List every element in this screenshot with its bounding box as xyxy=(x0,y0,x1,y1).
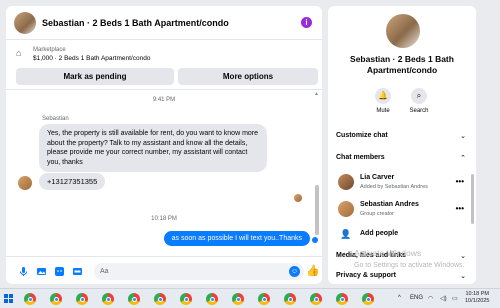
browser-icon-center xyxy=(313,296,319,302)
mute-label[interactable]: Mute xyxy=(368,108,398,114)
taskbar-browser-icon[interactable] xyxy=(362,293,374,305)
more-icon[interactable]: ••• xyxy=(456,204,464,213)
timestamp: 10:18 PM xyxy=(151,216,177,222)
browser-icon-center xyxy=(287,296,293,302)
emoji-icon[interactable]: ☺ xyxy=(289,266,300,277)
listing-thumbnail[interactable] xyxy=(14,11,36,34)
taskbar-browser-icon[interactable] xyxy=(310,293,322,305)
image-icon[interactable] xyxy=(36,266,47,277)
details-title: Sebastian · 2 Beds 1 Bath Apartment/cond… xyxy=(350,54,454,75)
more-icon[interactable]: ••• xyxy=(456,177,464,186)
chevron-down-icon[interactable]: ⌄ xyxy=(460,132,466,140)
taskbar-browser-icon[interactable] xyxy=(258,293,270,305)
browser-icon-center xyxy=(157,296,163,302)
taskbar-browser-icon[interactable] xyxy=(284,293,296,305)
battery-icon[interactable]: ▭ xyxy=(452,295,458,302)
chevron-up-icon[interactable]: ⌃ xyxy=(460,154,466,162)
timestamp: 9:41 PM xyxy=(152,97,176,103)
more-options-button[interactable]: More options xyxy=(178,68,318,85)
seen-avatar xyxy=(294,194,302,202)
chevron-up-icon[interactable]: ^ xyxy=(398,295,401,301)
listing-price[interactable]: $1,000 · 2 Beds 1 Bath Apartment/condo xyxy=(33,55,150,62)
clock-date: 10/1/2025 xyxy=(465,298,490,304)
read-receipt-icon xyxy=(312,237,318,243)
browser-icon-center xyxy=(105,296,111,302)
member-subtitle: Group creator xyxy=(360,211,394,217)
incoming-message[interactable]: Yes, the property is still available for… xyxy=(39,124,267,172)
info-icon[interactable]: i xyxy=(301,17,312,28)
mark-as-pending-button[interactable]: Mark as pending xyxy=(16,68,174,85)
chat-panel: Sebastian · 2 Beds 1 Bath Apartment/cond… xyxy=(6,6,322,284)
marketplace-icon: ⌂ xyxy=(16,48,22,58)
browser-icon-center xyxy=(261,296,267,302)
customize-chat-header[interactable]: Customize chat xyxy=(336,132,388,139)
browser-icon-center xyxy=(27,296,33,302)
taskbar-browser-icon[interactable] xyxy=(336,293,348,305)
clock-time: 10:18 PM xyxy=(465,291,489,297)
gif-icon[interactable] xyxy=(72,266,83,277)
add-people-button[interactable]: Add people xyxy=(360,230,398,237)
taskbar: ^ ENG ◠ ◁) ▭ 10:18 PM 10/1/2025 xyxy=(0,288,500,308)
taskbar-browser-icon[interactable] xyxy=(102,293,114,305)
privacy-support-header[interactable]: Privacy & support xyxy=(336,272,396,279)
taskbar-browser-icon[interactable] xyxy=(232,293,244,305)
details-panel: Sebastian · 2 Beds 1 Bath Apartment/cond… xyxy=(328,6,476,284)
sender-name: Sebastian xyxy=(42,116,69,122)
chat-title[interactable]: Sebastian · 2 Beds 1 Bath Apartment/cond… xyxy=(42,18,229,28)
scrollbar-thumb[interactable] xyxy=(471,174,474,224)
chevron-down-icon[interactable]: ⌄ xyxy=(460,272,466,280)
member-subtitle: Added by Sebastian Andres xyxy=(360,184,428,190)
avatar[interactable] xyxy=(338,174,354,190)
like-icon[interactable]: 👍 xyxy=(306,264,320,277)
taskbar-browser-icon[interactable] xyxy=(154,293,166,305)
chevron-down-icon[interactable]: ⌄ xyxy=(460,252,466,260)
add-person-icon[interactable]: 👤 xyxy=(340,229,351,240)
taskbar-browser-icon[interactable] xyxy=(50,293,62,305)
scrollbar-thumb[interactable] xyxy=(315,185,319,235)
activate-windows-watermark: Activate Windows xyxy=(354,248,422,258)
search-icon[interactable]: ⌕ xyxy=(411,88,427,104)
volume-icon[interactable]: ◁) xyxy=(440,295,447,302)
taskbar-browser-icon[interactable] xyxy=(206,293,218,305)
member-name[interactable]: Sebastian Andres xyxy=(360,201,419,208)
browser-icon-center xyxy=(209,296,215,302)
search-label[interactable]: Search xyxy=(404,108,434,114)
member-name[interactable]: Lia Carver xyxy=(360,174,394,181)
outgoing-message[interactable]: as soon as possible I will text you..Tha… xyxy=(163,231,310,246)
activate-windows-subtext: Go to Settings to activate Windows. xyxy=(354,262,465,269)
wifi-icon[interactable]: ◠ xyxy=(428,295,433,302)
sticker-icon[interactable] xyxy=(54,266,65,277)
listing-category: Marketplace xyxy=(33,47,66,53)
sender-avatar[interactable] xyxy=(18,176,32,190)
chat-members-header[interactable]: Chat members xyxy=(336,154,385,161)
message-list[interactable]: ▲ 9:41 PM Sebastian Yes, the property is… xyxy=(6,90,322,250)
avatar[interactable] xyxy=(338,201,354,217)
browser-icon-center xyxy=(53,296,59,302)
taskbar-browser-icon[interactable] xyxy=(180,293,192,305)
composer: Aa ☺ 👍 xyxy=(6,256,322,284)
chat-header: Sebastian · 2 Beds 1 Bath Apartment/cond… xyxy=(6,6,322,40)
taskbar-browser-icon[interactable] xyxy=(76,293,88,305)
bell-icon[interactable]: 🔔 xyxy=(375,88,391,104)
browser-icon-center xyxy=(235,296,241,302)
listing-photo[interactable] xyxy=(386,14,420,48)
microphone-icon[interactable] xyxy=(18,266,29,277)
taskbar-browser-icon[interactable] xyxy=(24,293,36,305)
browser-icon-center xyxy=(339,296,345,302)
windows-start-icon[interactable] xyxy=(4,294,13,303)
listing-card: ⌂ Marketplace $1,000 · 2 Beds 1 Bath Apa… xyxy=(6,40,322,90)
incoming-message-phone[interactable]: +13127351355 xyxy=(39,173,106,190)
browser-icon-center xyxy=(365,296,371,302)
browser-icon-center xyxy=(183,296,189,302)
browser-icon-center xyxy=(79,296,85,302)
message-input[interactable]: Aa xyxy=(94,263,304,280)
taskbar-browser-icon[interactable] xyxy=(128,293,140,305)
clock[interactable]: 10:18 PM 10/1/2025 xyxy=(465,291,489,305)
language-indicator[interactable]: ENG xyxy=(410,295,423,301)
browser-icon-center xyxy=(131,296,137,302)
